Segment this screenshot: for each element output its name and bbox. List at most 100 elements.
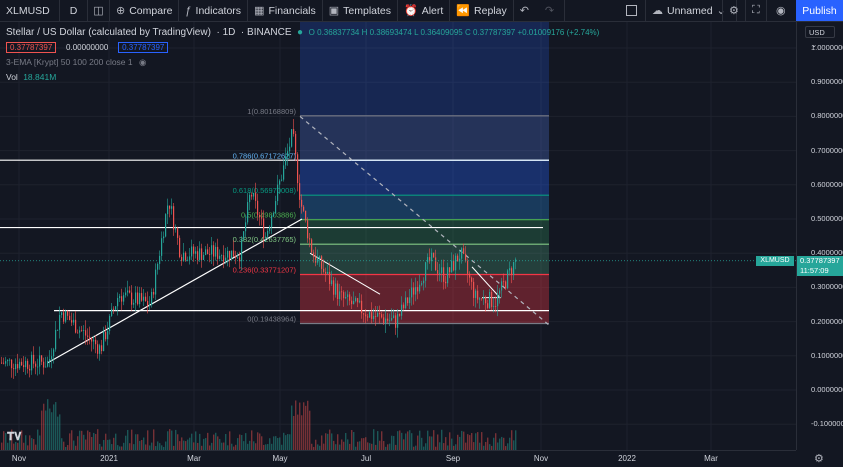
fib-level-label: 0.236(0.33771207)	[233, 266, 297, 275]
alert-button[interactable]: ⏰ Alert	[398, 0, 451, 21]
candle-body	[343, 292, 345, 299]
chart-pane[interactable]: 1(0.80168809) 0.786(0.67172627) 0.618(0.56…	[0, 22, 796, 450]
volume-bar	[441, 429, 443, 450]
candle-body	[19, 361, 21, 369]
symbol-search[interactable]: XLMUSD	[0, 0, 60, 21]
volume-bar	[123, 442, 125, 450]
candle-body	[449, 267, 451, 273]
candle-body	[5, 361, 7, 364]
price-axis-tick: 0.00000000	[811, 385, 843, 394]
candle-body	[217, 246, 219, 259]
candle-body	[287, 151, 289, 157]
candle-body	[153, 291, 155, 295]
eye-off-icon[interactable]: ◉	[139, 57, 146, 67]
volume-bar	[61, 438, 63, 450]
compare-button[interactable]: ⊕ Compare	[110, 0, 180, 21]
fullscreen-button[interactable]: ⛶	[746, 0, 767, 21]
candle-body	[469, 273, 471, 278]
indicator-legend-row[interactable]: 3-EMA [Krypt] 50 100 200 close 1 ◉	[6, 57, 599, 68]
candle-body	[455, 255, 457, 271]
volume-bar	[369, 443, 371, 450]
volume-bar	[495, 433, 497, 450]
indicators-icon: ƒ	[185, 4, 192, 17]
volume-bar	[165, 441, 167, 450]
candle-body	[271, 216, 273, 227]
time-axis[interactable]: Nov 2021 Mar May Jul Sep Nov 2022 Mar ⚙	[0, 450, 824, 467]
candle-body	[435, 257, 437, 271]
candle-body	[433, 252, 435, 258]
candle-body	[179, 237, 181, 257]
snapshot-button[interactable]: ◉	[770, 0, 792, 21]
indicators-button[interactable]: ƒ Indicators	[179, 0, 249, 21]
volume-bar	[199, 433, 201, 450]
candle-body	[155, 269, 157, 295]
volume-bar	[143, 437, 145, 450]
volume-bar	[439, 442, 441, 450]
fib-level-label: 0.618(0.56970008)	[233, 186, 297, 195]
price-chart[interactable]: 1(0.80168809) 0.786(0.67172627) 0.618(0.56…	[0, 22, 796, 450]
replay-button[interactable]: ⏪ Replay	[450, 0, 514, 21]
legend-exchange: BINANCE	[247, 27, 292, 38]
candle-body	[479, 298, 481, 300]
candle-body	[331, 280, 333, 285]
square-icon	[626, 5, 637, 16]
candle-body	[267, 230, 269, 237]
volume-legend-row[interactable]: Vol 18.841M	[6, 72, 599, 82]
candle-body	[451, 260, 453, 273]
gear-icon[interactable]: ⚙	[814, 452, 824, 465]
candle-body	[69, 315, 71, 321]
candle-body	[285, 156, 287, 166]
candle-body	[375, 315, 377, 317]
plus-circle-icon: ⊕	[116, 5, 126, 17]
layout-button[interactable]	[620, 0, 643, 21]
buy-price-box[interactable]: 0.37787397	[118, 42, 169, 53]
volume-bar	[189, 437, 191, 450]
candle-body	[503, 281, 505, 283]
volume-bar	[507, 443, 509, 450]
financials-label: Financials	[268, 4, 316, 17]
interval-button[interactable]: D	[60, 0, 88, 21]
candle-body	[127, 290, 129, 293]
undo-button[interactable]: ↶	[514, 0, 539, 21]
redo-button[interactable]: ↷	[539, 0, 566, 21]
volume-bar	[245, 433, 247, 450]
volume-bar	[55, 402, 57, 450]
candle-body	[321, 256, 323, 269]
volume-bar	[159, 443, 161, 450]
settings-button[interactable]: ⚙	[722, 0, 746, 21]
volume-bar	[287, 434, 289, 450]
volume-bar	[493, 437, 495, 450]
volume-bar	[303, 402, 305, 450]
templates-button[interactable]: ▣ Templates	[323, 0, 399, 21]
candle-body	[129, 290, 131, 293]
sell-price-box[interactable]: 0.37787397	[6, 42, 57, 53]
candle-body	[319, 256, 321, 259]
volume-bar	[3, 431, 5, 450]
candle-body	[493, 306, 495, 307]
volume-value: 18.841M	[23, 72, 57, 82]
chart-type-button[interactable]: ◫	[88, 0, 110, 21]
candle-body	[409, 297, 411, 304]
candle-body	[361, 300, 363, 314]
volume-bar	[81, 430, 83, 450]
candle-body	[43, 361, 45, 368]
candle-body	[367, 316, 369, 318]
volume-bar	[357, 441, 359, 450]
price-axis[interactable]: USD ⌄ 1.00000000 0.90000000 0.80000000 0.70…	[796, 22, 843, 450]
volume-bar	[127, 429, 129, 450]
financials-button[interactable]: ▦ Financials	[248, 0, 323, 21]
volume-bar	[69, 433, 71, 450]
candle-body	[49, 359, 51, 362]
candle-body	[41, 355, 43, 362]
volume-bar	[471, 433, 473, 450]
candle-body	[97, 344, 99, 354]
volume-bar	[139, 440, 141, 450]
candle-body	[211, 245, 213, 255]
candle-body	[185, 252, 187, 261]
candle-body	[511, 268, 513, 276]
volume-bar	[185, 441, 187, 450]
volume-bar	[45, 410, 47, 450]
publish-button[interactable]: Publish	[796, 0, 843, 21]
volume-bar	[87, 430, 89, 450]
currency-selector[interactable]: USD ⌄	[805, 26, 835, 49]
